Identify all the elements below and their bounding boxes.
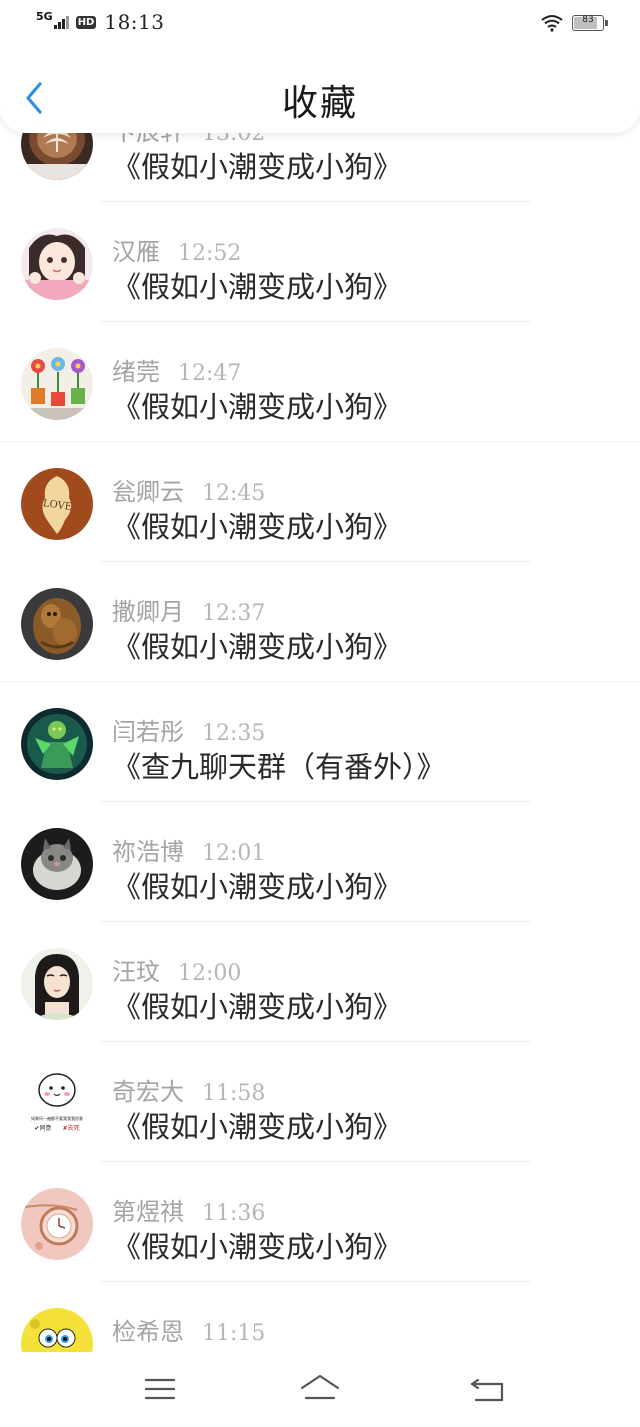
avatar — [21, 228, 93, 300]
sticker-agree: ✔同意 — [34, 1124, 51, 1132]
work-title: 《假如小潮变成小狗》 — [112, 390, 403, 424]
hd-badge: HD — [75, 15, 97, 29]
avatar — [21, 588, 93, 660]
avatar — [21, 708, 93, 780]
author-name: 瓮卿云 — [112, 478, 184, 506]
author-name: 绪莞 — [112, 358, 160, 386]
item-time: 12:37 — [202, 601, 266, 626]
item-time: 12:47 — [178, 361, 242, 386]
avatar — [21, 948, 93, 1020]
item-time: 11:15 — [202, 1321, 266, 1346]
item-meta: 汉雁 12:52 — [112, 232, 241, 267]
list-item[interactable]: LOVE 瓮卿云 12:45 《假如小潮变成小狗》 — [0, 442, 640, 562]
item-time: 11:36 — [202, 1201, 266, 1226]
list-item[interactable]: 如果问一遍都不要我我我愿意 ✔同意 ✘去死 奇宏大 11:58 《假如小潮变成小… — [0, 1042, 640, 1162]
list-item[interactable]: 祢浩博 12:01 《假如小潮变成小狗》 — [0, 802, 640, 922]
page-title: 收藏 — [281, 83, 358, 124]
home-button[interactable] — [298, 1372, 342, 1406]
list-item[interactable]: 汉雁 12:52 《假如小潮变成小狗》 — [0, 202, 640, 322]
favorites-screen: 卞辰轩 13:02 《假如小潮变成小狗》 — [0, 0, 640, 1427]
item-meta: 祢浩博 12:01 — [112, 832, 265, 867]
author-name: 第煜祺 — [112, 1198, 184, 1226]
author-name: 汪玟 — [112, 958, 160, 986]
avatar — [21, 828, 93, 900]
wifi-icon — [541, 15, 563, 32]
avatar — [21, 348, 93, 420]
item-meta: 绪莞 12:47 — [112, 352, 241, 387]
home-icon — [300, 1374, 340, 1400]
sticker-caption: 如果问一遍都不要我我我愿意 — [31, 1115, 83, 1121]
author-name: 检希恩 — [112, 1318, 184, 1346]
return-button[interactable] — [466, 1372, 510, 1406]
system-nav-bar — [0, 1352, 640, 1427]
item-time: 12:45 — [202, 481, 266, 506]
author-name: 奇宏大 — [112, 1078, 184, 1106]
work-title: 《查九聊天群（有番外）》 — [112, 750, 446, 784]
battery-level: 83 — [582, 15, 594, 25]
work-title: 《假如小潮变成小狗》 — [112, 1110, 403, 1144]
item-meta: 闫若彤 12:35 — [112, 712, 265, 747]
list-item[interactable]: 第煜祺 11:36 《假如小潮变成小狗》 — [0, 1162, 640, 1282]
author-name: 撒卿月 — [112, 598, 184, 626]
item-meta: 检希恩 11:15 — [112, 1312, 265, 1347]
work-title: 《假如小潮变成小狗》 — [112, 510, 403, 544]
work-title: 《假如小潮变成小狗》 — [112, 990, 403, 1024]
item-time: 12:00 — [178, 961, 242, 986]
work-title: 《假如小潮变成小狗》 — [112, 150, 403, 184]
item-time: 12:35 — [202, 721, 266, 746]
author-name: 闫若彤 — [112, 718, 184, 746]
menu-button[interactable] — [138, 1372, 182, 1406]
status-bar: 5G HD 18:13 83 — [0, 0, 640, 46]
list-item[interactable]: 汪玟 12:00 《假如小潮变成小狗》 — [0, 922, 640, 1042]
status-right: 83 — [540, 14, 608, 32]
list-item[interactable]: 撒卿月 12:37 《假如小潮变成小狗》 — [0, 562, 640, 682]
status-left: 5G HD 18:13 — [36, 9, 165, 35]
menu-icon — [144, 1378, 176, 1400]
list-item[interactable]: 闫若彤 12:35 《查九聊天群（有番外）》 — [0, 682, 640, 802]
item-meta: 撒卿月 12:37 — [112, 592, 265, 627]
item-time: 11:58 — [202, 1081, 266, 1106]
return-icon — [470, 1378, 504, 1402]
battery-tip — [605, 20, 608, 26]
item-meta: 第煜祺 11:36 — [112, 1192, 265, 1227]
item-time: 12:52 — [178, 241, 242, 266]
author-name: 汉雁 — [112, 238, 160, 266]
item-meta: 奇宏大 11:58 — [112, 1072, 265, 1107]
item-meta: 瓮卿云 12:45 — [112, 472, 265, 507]
clock: 18:13 — [104, 10, 165, 34]
author-name: 祢浩博 — [112, 838, 184, 866]
avatar: LOVE — [21, 468, 93, 540]
favorites-list[interactable]: 卞辰轩 13:02 《假如小潮变成小狗》 — [0, 82, 640, 1402]
work-title: 《假如小潮变成小狗》 — [112, 630, 403, 664]
avatar: 如果问一遍都不要我我我愿意 ✔同意 ✘去死 — [21, 1068, 93, 1140]
signal-icon — [53, 15, 70, 29]
work-title: 《假如小潮变成小狗》 — [112, 870, 403, 904]
network-type: 5G — [36, 9, 53, 23]
work-title: 《假如小潮变成小狗》 — [112, 1230, 403, 1264]
avatar — [21, 1188, 93, 1260]
list-item[interactable]: 绪莞 12:47 《假如小潮变成小狗》 — [0, 322, 640, 442]
sticker-go: ✘去死 — [62, 1124, 79, 1132]
work-title: 《假如小潮变成小狗》 — [112, 270, 403, 304]
battery-icon: 83 — [572, 15, 608, 31]
item-meta: 汪玟 12:00 — [112, 952, 241, 987]
item-time: 12:01 — [202, 841, 266, 866]
